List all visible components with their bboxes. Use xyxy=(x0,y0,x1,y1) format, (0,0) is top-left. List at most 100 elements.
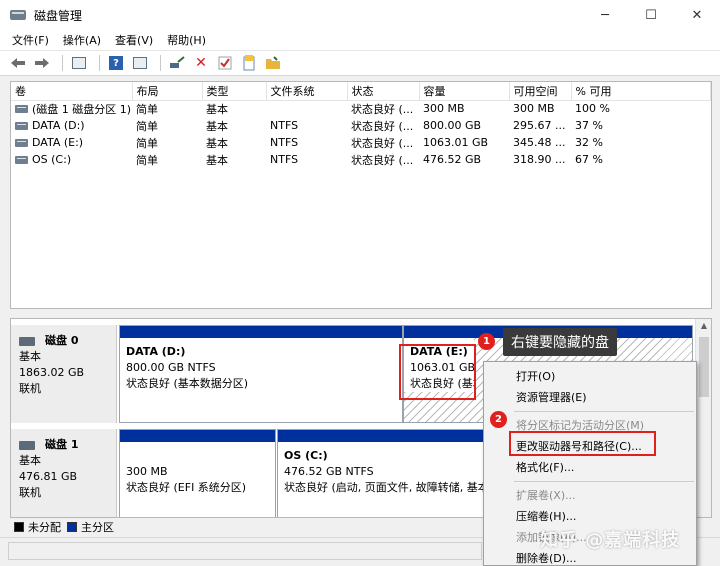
legend-swatch xyxy=(14,522,24,532)
volume-name: OS (C:) xyxy=(32,153,72,166)
column-header-layout[interactable]: 布局 xyxy=(132,82,203,101)
volume-name: DATA (E:) xyxy=(32,136,84,149)
free-space-cell: 318.90 ... xyxy=(513,153,566,166)
table-row[interactable]: OS (C:) 简单 基本 NTFS 状态良好 (... 476.52 GB 3… xyxy=(11,151,711,168)
disk-size: 476.81 GB xyxy=(19,470,78,483)
menu-help[interactable]: 帮助(H) xyxy=(167,32,206,48)
table-row[interactable]: DATA (D:) 简单 基本 NTFS 状态良好 (... 800.00 GB… xyxy=(11,117,711,134)
disk-label[interactable]: 磁盘 0 基本 1863.02 GB 联机 xyxy=(11,325,117,423)
list-view-icon[interactable] xyxy=(69,54,89,72)
check-icon[interactable] xyxy=(215,54,235,72)
menu-bar: 文件(F) 操作(A) 查看(V) 帮助(H) xyxy=(0,30,720,50)
step-badge-2: 2 xyxy=(490,411,507,428)
title-bar: 磁盘管理 ─ ☐ ✕ xyxy=(0,0,720,30)
forward-arrow-icon[interactable] xyxy=(32,54,52,72)
column-header-volume[interactable]: 卷 xyxy=(11,82,133,101)
menu-action[interactable]: 操作(A) xyxy=(63,32,101,48)
column-header-filesystem[interactable]: 文件系统 xyxy=(266,82,348,101)
maximize-button[interactable]: ☐ xyxy=(628,0,674,30)
disk-status: 联机 xyxy=(19,382,41,395)
percent-free-cell: 100 % xyxy=(575,102,610,116)
column-header-percent-free[interactable]: % 可用 xyxy=(571,82,711,101)
type-cell: 基本 xyxy=(206,136,228,150)
partition-status: 状态良好 (EFI 系统分区) xyxy=(126,481,247,494)
folder-icon[interactable] xyxy=(263,54,283,72)
disk-label[interactable]: 磁盘 1 基本 476.81 GB 联机 xyxy=(11,429,117,517)
capacity-cell: 476.52 GB xyxy=(423,153,482,166)
menu-item-explorer[interactable]: 资源管理器(E) xyxy=(484,387,696,408)
window-title: 磁盘管理 xyxy=(34,8,83,23)
partition-status: 状态良好 (基本数据分区) xyxy=(126,377,249,390)
disk-management-app-icon xyxy=(10,8,26,22)
scrollbar-thumb[interactable] xyxy=(699,337,709,397)
capacity-cell: 300 MB xyxy=(423,102,465,116)
free-space-cell: 300 MB xyxy=(513,102,555,116)
disk-type: 基本 xyxy=(19,350,41,363)
disk-icon xyxy=(19,336,35,346)
menu-item-extend-volume[interactable]: 扩展卷(X)... xyxy=(484,485,696,506)
legend-label: 未分配 xyxy=(28,521,61,534)
menu-file[interactable]: 文件(F) xyxy=(12,32,49,48)
partition-size: 800.00 GB NTFS xyxy=(126,361,216,374)
status-cell: 状态良好 (... xyxy=(351,102,414,116)
layout-cell: 简单 xyxy=(136,136,158,150)
layout-cell: 简单 xyxy=(136,102,158,116)
menu-item-shrink-volume[interactable]: 压缩卷(H)... xyxy=(484,506,696,527)
disk-type: 基本 xyxy=(19,454,41,467)
type-cell: 基本 xyxy=(206,153,228,167)
partition-efi[interactable]: 300 MB 状态良好 (EFI 系统分区) xyxy=(119,429,276,517)
filesystem-cell xyxy=(266,100,347,117)
capacity-cell: 1063.01 GB xyxy=(423,136,489,149)
help-icon[interactable]: ? xyxy=(106,54,126,72)
disk-size: 1863.02 GB xyxy=(19,366,85,379)
properties-icon[interactable] xyxy=(130,54,150,72)
type-cell: 基本 xyxy=(206,102,228,116)
step-badge-1: 1 xyxy=(478,333,495,350)
highlight-box-change-drive-letter xyxy=(509,431,656,456)
partition-data-d[interactable]: DATA (D:) 800.00 GB NTFS 状态良好 (基本数据分区) xyxy=(119,325,403,423)
delete-icon[interactable]: ✕ xyxy=(191,54,211,72)
layout-cell: 简单 xyxy=(136,153,158,167)
table-row[interactable]: (磁盘 1 磁盘分区 1) 简单 基本 状态良好 (... 300 MB 300… xyxy=(11,100,711,117)
highlight-box-data-e xyxy=(399,344,476,400)
drive-icon xyxy=(15,121,28,130)
menu-view[interactable]: 查看(V) xyxy=(115,32,153,48)
volume-table-header: 卷 布局 类型 文件系统 状态 容量 可用空间 % 可用 xyxy=(11,82,711,101)
new-doc-icon[interactable] xyxy=(239,54,259,72)
legend-label: 主分区 xyxy=(81,521,114,534)
column-header-free-space[interactable]: 可用空间 xyxy=(509,82,572,101)
back-arrow-icon[interactable] xyxy=(8,54,28,72)
column-header-capacity[interactable]: 容量 xyxy=(419,82,510,101)
menu-item-open[interactable]: 打开(O) xyxy=(484,366,696,387)
watermark-text: 知乎 @嘉端科技 xyxy=(540,530,681,551)
connect-icon[interactable] xyxy=(167,54,187,72)
drive-icon xyxy=(15,104,28,113)
toolbar-separator xyxy=(62,55,63,71)
percent-free-cell: 32 % xyxy=(575,136,603,149)
table-row[interactable]: DATA (E:) 简单 基本 NTFS 状态良好 (... 1063.01 G… xyxy=(11,134,711,151)
disk-name: 磁盘 0 xyxy=(45,334,79,347)
status-cell: 状态良好 (... xyxy=(351,136,414,150)
type-cell: 基本 xyxy=(206,119,228,133)
graph-vertical-scrollbar[interactable]: ▲ xyxy=(695,319,711,517)
layout-cell: 简单 xyxy=(136,119,158,133)
scroll-up-arrow-icon[interactable]: ▲ xyxy=(696,321,711,330)
disk-icon xyxy=(19,440,35,450)
percent-free-cell: 37 % xyxy=(575,119,603,132)
menu-item-format[interactable]: 格式化(F)... xyxy=(484,457,696,478)
minimize-button[interactable]: ─ xyxy=(582,0,628,30)
status-pane xyxy=(8,542,482,560)
volume-name: DATA (D:) xyxy=(32,119,85,132)
disk-status: 联机 xyxy=(19,486,41,499)
column-header-status[interactable]: 状态 xyxy=(347,82,420,101)
close-button[interactable]: ✕ xyxy=(674,0,720,30)
toolbar-separator xyxy=(160,55,161,71)
toolbar-separator xyxy=(99,55,100,71)
partition-header-bar xyxy=(120,326,402,338)
filesystem-cell: NTFS xyxy=(270,136,299,149)
menu-separator xyxy=(514,411,694,412)
drive-icon xyxy=(15,155,28,164)
pane-splitter[interactable] xyxy=(0,310,720,318)
drive-icon xyxy=(15,138,28,147)
column-header-type[interactable]: 类型 xyxy=(202,82,267,101)
